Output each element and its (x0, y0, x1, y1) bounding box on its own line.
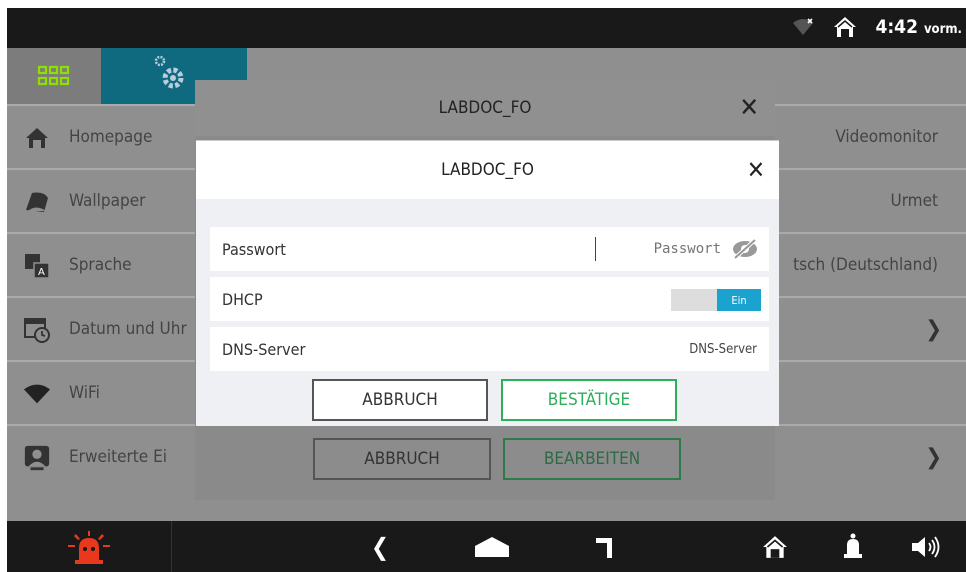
advanced-settings-icon (23, 444, 51, 472)
menu-item-label: Sprache (69, 255, 132, 275)
bottom-nav-bar: ❮ (7, 521, 966, 572)
apps-grid-icon (37, 65, 70, 86)
menu-item-value: Urmet (890, 191, 939, 211)
alarm-icon (68, 530, 110, 564)
language-icon: A (23, 252, 51, 280)
tab-apps[interactable] (7, 48, 101, 104)
alarm-button[interactable] (7, 521, 172, 572)
cancel-button[interactable]: ABBRUCH (312, 379, 488, 421)
menu-item-label: Homepage (69, 127, 153, 147)
home-icon (763, 535, 787, 558)
dhcp-label: DHCP (222, 289, 263, 309)
svg-text:A: A (38, 267, 45, 278)
volume-icon (912, 535, 940, 558)
notifications-button[interactable] (833, 521, 873, 572)
chevron-left-icon: ❮ (370, 532, 390, 561)
network-dialog: LABDOC_FO ✕ Passwort DHCP Ein DNS-Server… (196, 140, 779, 426)
password-input[interactable] (595, 237, 725, 261)
background-dialog-title: LABDOC_FO (195, 80, 775, 136)
recent-apps-button[interactable] (585, 521, 625, 572)
wifi-icon (23, 380, 51, 408)
dns-value: DNS-Server (689, 341, 757, 357)
wifi-off-icon (793, 18, 814, 35)
menu-item-label: Wallpaper (69, 191, 146, 211)
volume-button[interactable] (905, 521, 951, 572)
chevron-right-icon: ❯ (925, 316, 942, 342)
close-icon[interactable]: ✕ (747, 141, 765, 199)
dhcp-row: DHCP Ein (210, 277, 769, 321)
back-button[interactable]: ❮ (363, 521, 397, 572)
screen: 4:42 vorm. Homepage Videomonitor Wallpap… (7, 8, 966, 572)
gear-icon (154, 55, 184, 89)
menu-item-label: Datum und Uhr (69, 319, 187, 339)
home-nav-button[interactable] (467, 521, 517, 572)
menu-item-value: tsch (Deutschland) (793, 255, 938, 275)
confirm-button[interactable]: BESTÄTIGE (501, 379, 677, 421)
dhcp-toggle-state: Ein (717, 289, 761, 311)
menu-item-label: Erweiterte Ei (69, 447, 167, 467)
password-row: Passwort (210, 227, 769, 271)
dns-label: DNS-Server (222, 339, 306, 359)
dns-row[interactable]: DNS-Server DNS-Server (210, 327, 769, 371)
chevron-right-icon: ❯ (925, 444, 942, 470)
home-shortcut-button[interactable] (755, 521, 795, 572)
home-shape-icon (475, 536, 509, 557)
clock: 4:42 vorm. (875, 16, 962, 38)
home-icon (834, 17, 857, 37)
datetime-icon (23, 316, 51, 344)
close-icon[interactable]: ✕ (739, 80, 759, 136)
dialog-title: LABDOC_FO (196, 141, 779, 199)
home-icon (23, 124, 51, 152)
recent-apps-icon (596, 537, 612, 558)
menu-item-value: Videomonitor (835, 127, 938, 147)
password-label: Passwort (222, 239, 286, 259)
background-cancel-button[interactable]: ABBRUCH (313, 438, 491, 480)
background-edit-button[interactable]: BEARBEITEN (503, 438, 681, 480)
wallpaper-icon (23, 188, 51, 216)
bell-icon (844, 533, 862, 558)
menu-item-label: WiFi (69, 383, 100, 403)
dhcp-toggle[interactable]: Ein (671, 289, 761, 311)
status-bar: 4:42 vorm. (7, 8, 966, 48)
visibility-off-icon[interactable] (731, 238, 759, 260)
